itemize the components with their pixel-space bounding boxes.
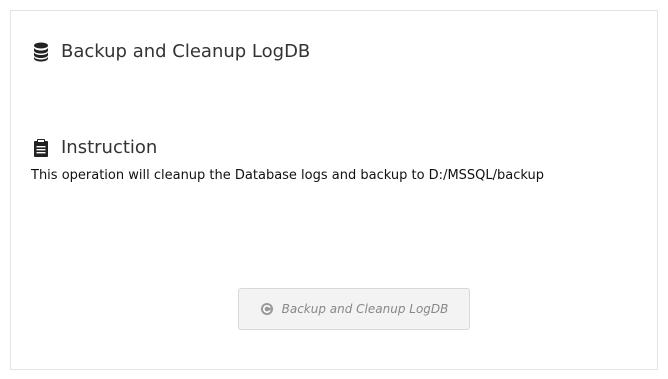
- backup-cleanup-button-label: Backup and Cleanup LogDB: [281, 302, 449, 316]
- instruction-header: Instruction: [33, 137, 544, 158]
- page-title: Backup and Cleanup LogDB: [61, 41, 311, 62]
- clipboard-icon: [33, 138, 49, 158]
- database-icon: [33, 42, 49, 62]
- panel-header: Backup and Cleanup LogDB: [33, 41, 310, 62]
- backup-cleanup-button[interactable]: Backup and Cleanup LogDB: [238, 288, 470, 330]
- instruction-text: This operation will cleanup the Database…: [31, 168, 545, 183]
- copyright-circle-icon: [260, 302, 274, 316]
- backup-panel: Backup and Cleanup LogDB Instruction Thi…: [10, 10, 658, 370]
- instruction-title: Instruction: [61, 137, 158, 158]
- instruction-section: Instruction This operation will cleanup …: [31, 137, 545, 183]
